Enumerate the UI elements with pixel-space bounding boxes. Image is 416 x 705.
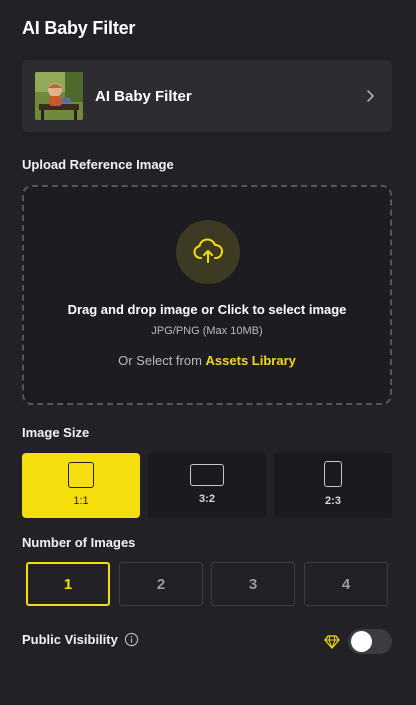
count-option-4[interactable]: 4 [304, 562, 388, 606]
count-option-3[interactable]: 3 [211, 562, 295, 606]
square-ratio-icon [68, 462, 94, 488]
dropzone-file-hint: JPG/PNG (Max 10MB) [151, 325, 263, 337]
image-dropzone[interactable]: Drag and drop image or Click to select i… [22, 185, 392, 405]
landscape-ratio-icon [190, 464, 224, 486]
size-option-label: 3:2 [199, 493, 215, 505]
baby-photo-thumbnail [35, 72, 83, 120]
alt-prefix: Or Select from [118, 353, 202, 368]
filter-selector[interactable]: AI Baby Filter [22, 60, 392, 132]
size-option-1-1[interactable]: 1:1 [22, 453, 140, 518]
filter-name: AI Baby Filter [95, 87, 192, 105]
size-option-label: 1:1 [73, 495, 89, 507]
size-option-2-3[interactable]: 2:3 [274, 453, 392, 518]
info-icon[interactable] [124, 632, 139, 647]
size-option-3-2[interactable]: 3:2 [148, 453, 266, 518]
public-visibility-label: Public Visibility [22, 632, 118, 647]
count-option-1[interactable]: 1 [26, 562, 110, 606]
public-visibility-row: Public Visibility [22, 632, 139, 647]
public-visibility-toggle[interactable] [348, 629, 392, 654]
chevron-right-icon [367, 90, 374, 102]
assets-library-link[interactable]: Assets Library [206, 353, 296, 368]
count-option-2[interactable]: 2 [119, 562, 203, 606]
toggle-knob [351, 631, 372, 652]
dropzone-alt-text: Or Select from Assets Library [24, 353, 390, 368]
page-title: AI Baby Filter [22, 18, 136, 38]
dropzone-title: Drag and drop image or Click to select i… [67, 302, 347, 317]
diamond-icon [324, 635, 340, 649]
image-size-label: Image Size [22, 425, 90, 440]
upload-section-label: Upload Reference Image [22, 157, 174, 172]
upload-button[interactable] [176, 220, 240, 284]
number-of-images-label: Number of Images [22, 535, 136, 550]
size-option-label: 2:3 [325, 495, 341, 507]
portrait-ratio-icon [324, 461, 342, 487]
cloud-upload-icon [193, 238, 223, 263]
